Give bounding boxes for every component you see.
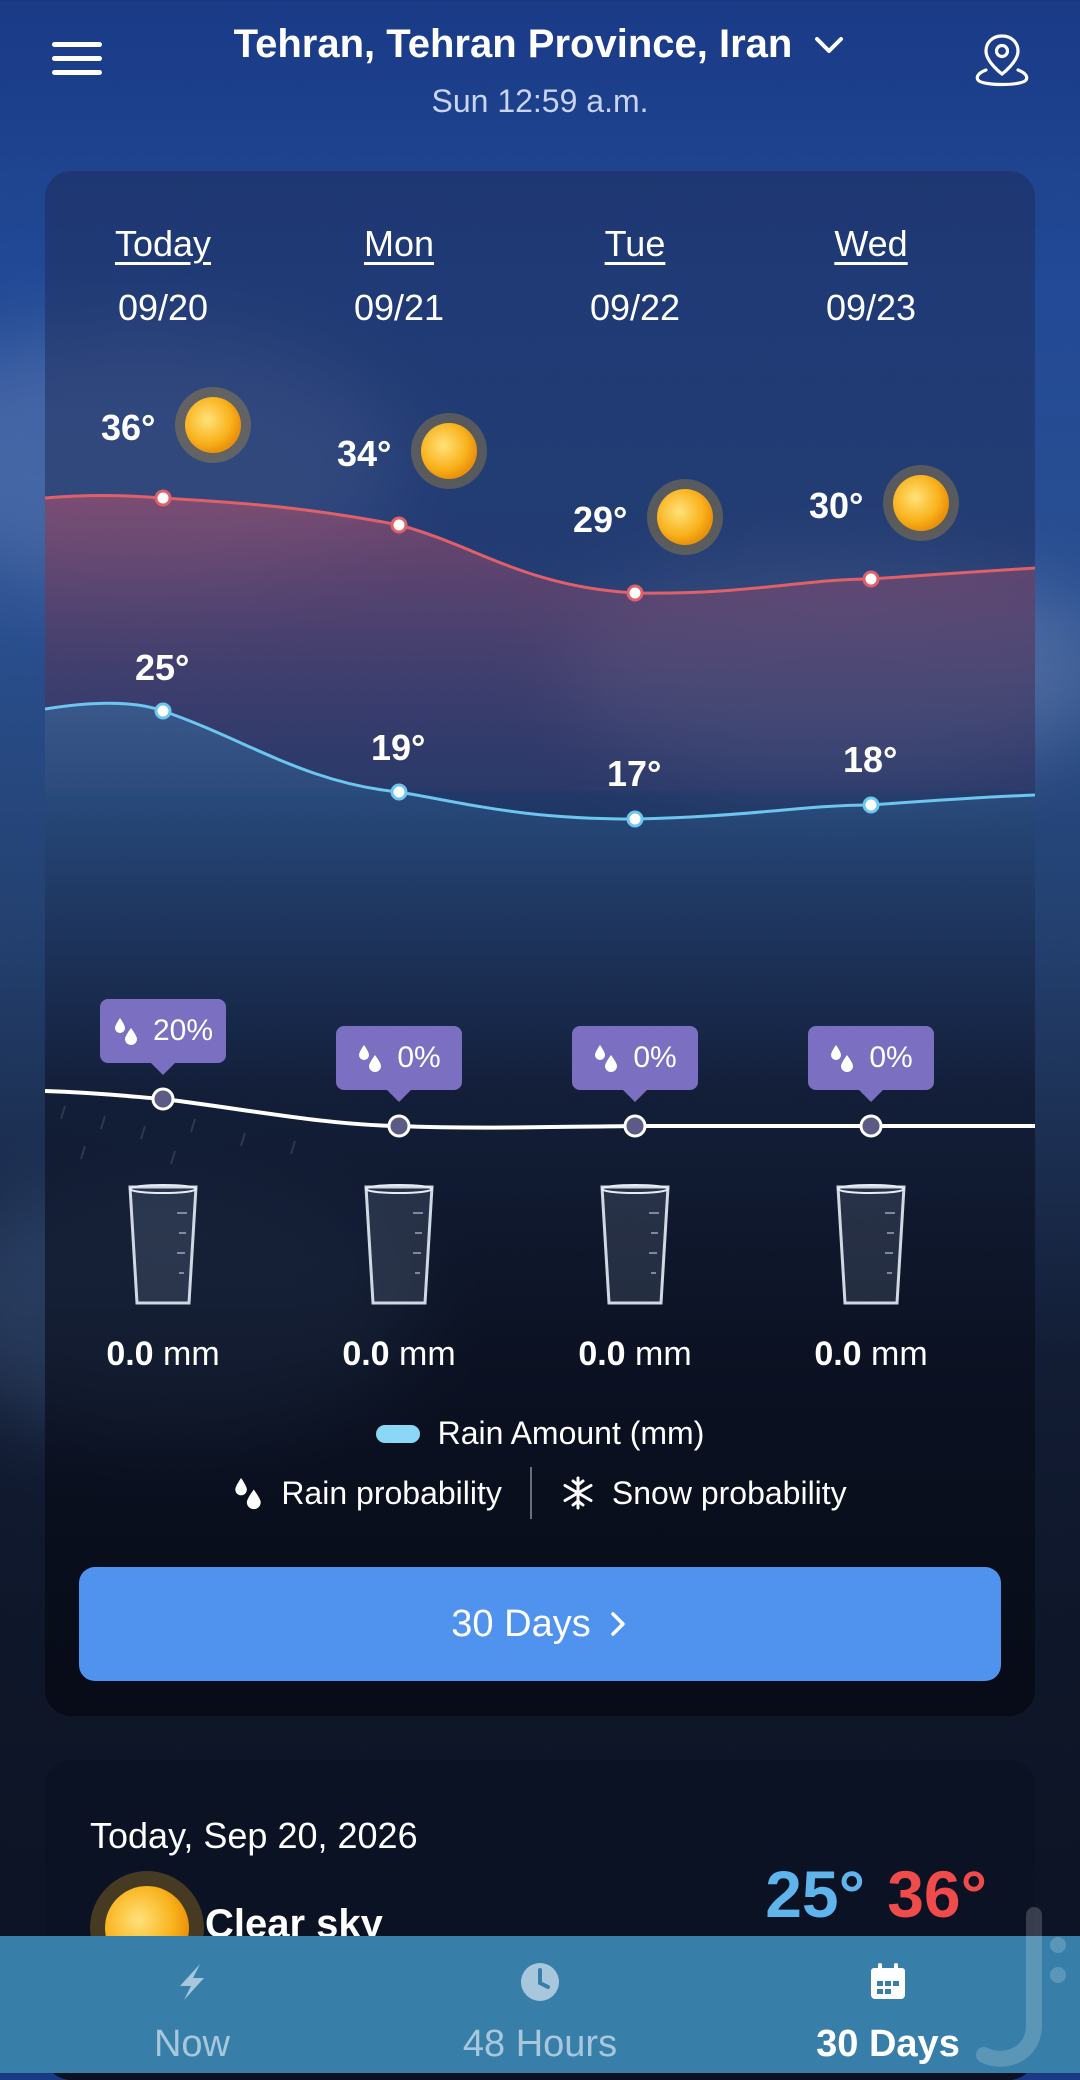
day-name: Tue <box>604 223 666 264</box>
sun-icon <box>175 387 251 463</box>
rain-drops-icon <box>831 1045 854 1072</box>
rain-probability-badge: 0% <box>808 1026 934 1102</box>
high-temp-label: 30° <box>809 485 864 526</box>
legend-rain-amount: Rain Amount (mm) <box>45 1415 1035 1452</box>
legend-label: Rain Amount (mm) <box>437 1415 705 1451</box>
rain-glass-icon <box>600 1184 670 1305</box>
legend-label: Snow probability <box>611 1474 847 1511</box>
low-temp-label: 17° <box>607 753 662 794</box>
rain-probability-badge: 20% <box>100 999 226 1075</box>
watermark-logo <box>976 1907 1066 2067</box>
sun-icon <box>411 413 487 489</box>
day-column-mon: Mon 09/21 <box>299 223 499 329</box>
forecast-card: Today 09/20 Mon 09/21 Tue 09/22 Wed 09/2… <box>45 171 1035 1716</box>
high-temp-label: 36° <box>101 407 156 448</box>
rain-probability-value: 20% <box>152 1014 214 1047</box>
today-high-temp: 36° <box>887 1857 987 1931</box>
rain-amount-swatch <box>375 1424 420 1443</box>
rain-probability-badge: 0% <box>572 1026 698 1102</box>
day-date: 09/20 <box>117 287 209 328</box>
legend-divider <box>529 1467 532 1519</box>
day-name: Wed <box>834 223 908 264</box>
legend-label: Rain probability <box>281 1474 502 1511</box>
day-column-tue: Tue 09/22 <box>535 223 735 329</box>
location-pin-icon[interactable] <box>972 30 1032 90</box>
rain-amount: 0.0 mm <box>106 1335 220 1373</box>
nav-label: Now <box>153 2023 231 2065</box>
rain-probability-value: 0% <box>633 1041 677 1074</box>
low-temp-label: 19° <box>371 727 426 768</box>
day-column-today: Today 09/20 <box>63 223 263 329</box>
rain-drops-icon <box>359 1045 382 1072</box>
rain-drops-icon <box>114 1018 137 1045</box>
rain-glass-icon <box>128 1184 198 1305</box>
rain-drops-icon <box>595 1045 618 1072</box>
snowflake-icon <box>563 1476 593 1510</box>
rain-probability-value: 0% <box>869 1041 913 1074</box>
low-temp-label: 25° <box>135 647 190 688</box>
nav-48-hours[interactable]: 48 Hours <box>360 1936 720 2073</box>
clock-icon <box>521 1963 559 2001</box>
rain-glass-icon <box>364 1184 434 1305</box>
bottom-nav: Now 48 Hours 30 Days <box>0 1936 1080 2073</box>
rain-drops-icon <box>235 1478 262 1510</box>
rain-amount: 0.0 mm <box>342 1335 456 1373</box>
rain-probability-badge: 0% <box>336 1026 462 1102</box>
day-column-wed: Wed 09/23 <box>771 223 971 329</box>
thirty-days-button-label: 30 Days <box>451 1602 591 1645</box>
bolt-icon <box>180 1964 204 2000</box>
thirty-days-button[interactable]: 30 Days <box>79 1567 1001 1681</box>
day-date: 09/22 <box>589 287 681 328</box>
high-temp-label: 34° <box>337 433 392 474</box>
rain-probability-value: 0% <box>397 1041 441 1074</box>
nav-now[interactable]: Now <box>12 1936 372 2073</box>
today-date: Today, Sep 20, 2026 <box>90 1815 418 1856</box>
current-time: Sun 12:59 a.m. <box>431 83 649 119</box>
chevron-right-icon <box>610 1612 625 1636</box>
location-selector[interactable]: Tehran, Tehran Province, Iran <box>234 22 847 67</box>
rain-glass-icon <box>836 1184 906 1305</box>
sun-icon <box>647 479 723 555</box>
today-low-temp: 25° <box>765 1857 865 1931</box>
low-temp-label: 18° <box>843 739 898 780</box>
day-date: 09/23 <box>825 287 917 328</box>
sun-icon <box>883 465 959 541</box>
calendar-icon <box>871 1963 905 1999</box>
location-name: Tehran, Tehran Province, Iran <box>233 22 793 66</box>
rain-amount: 0.0 mm <box>578 1335 692 1373</box>
legend-probabilities: Rain probability Snow probability <box>45 1467 1035 1519</box>
chevron-down-icon <box>815 36 844 53</box>
day-name: Mon <box>363 223 435 264</box>
nav-label: 48 Hours <box>462 2023 618 2065</box>
high-temp-label: 29° <box>573 499 628 540</box>
day-date: 09/21 <box>353 287 445 328</box>
rain-amount: 0.0 mm <box>814 1335 928 1373</box>
day-name: Today <box>114 223 212 264</box>
